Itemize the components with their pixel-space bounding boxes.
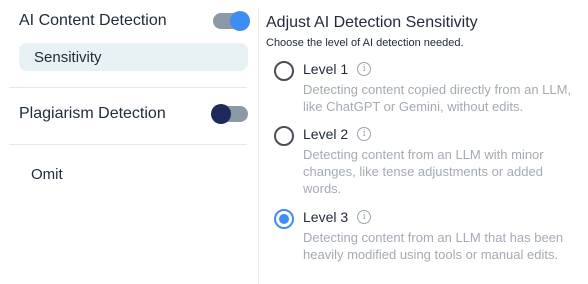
sensitivity-label: Sensitivity [34, 48, 102, 66]
plagiarism-label: Plagiarism Detection [19, 105, 166, 122]
omit-item[interactable]: Omit [31, 166, 63, 183]
level-3-description: Detecting content from an LLM that has b… [303, 230, 564, 262]
ai-detection-label: AI Content Detection [19, 12, 167, 29]
level-1-description: Detecting content copied directly from a… [303, 82, 572, 114]
level-3-radio[interactable] [274, 209, 294, 229]
toggle-knob [211, 104, 231, 124]
column-separator [258, 8, 259, 284]
level-3-label: Level 3 i [303, 209, 372, 225]
divider [9, 87, 247, 88]
panel-title: Adjust AI Detection Sensitivity [266, 14, 478, 31]
ai-detection-row: AI Content Detection [19, 11, 250, 31]
sensitivity-item[interactable]: Sensitivity [19, 43, 248, 71]
toggle-knob [230, 11, 250, 31]
level-1-radio[interactable] [274, 61, 294, 81]
divider [9, 144, 247, 145]
level-label: Level 2 [303, 126, 349, 142]
level-2-description: Detecting content from an LLM with minor… [303, 147, 544, 196]
sensitivity-panel: Adjust AI Detection Sensitivity Choose t… [266, 0, 588, 284]
plagiarism-row: Plagiarism Detection [19, 104, 248, 124]
level-2-radio[interactable] [274, 126, 294, 146]
level-1-label: Level 1 i [303, 61, 372, 77]
level-2-label: Level 2 i [303, 126, 372, 142]
info-icon[interactable]: i [357, 62, 372, 76]
plagiarism-toggle[interactable] [211, 104, 248, 124]
level-label: Level 1 [303, 61, 349, 77]
settings-sidebar: AI Content Detection Sensitivity Plagiar… [0, 0, 258, 284]
panel-subtitle: Choose the level of AI detection needed. [266, 37, 464, 49]
info-icon[interactable]: i [357, 210, 372, 224]
info-icon[interactable]: i [357, 127, 372, 141]
ai-detection-toggle[interactable] [213, 11, 250, 31]
level-label: Level 3 [303, 209, 349, 225]
